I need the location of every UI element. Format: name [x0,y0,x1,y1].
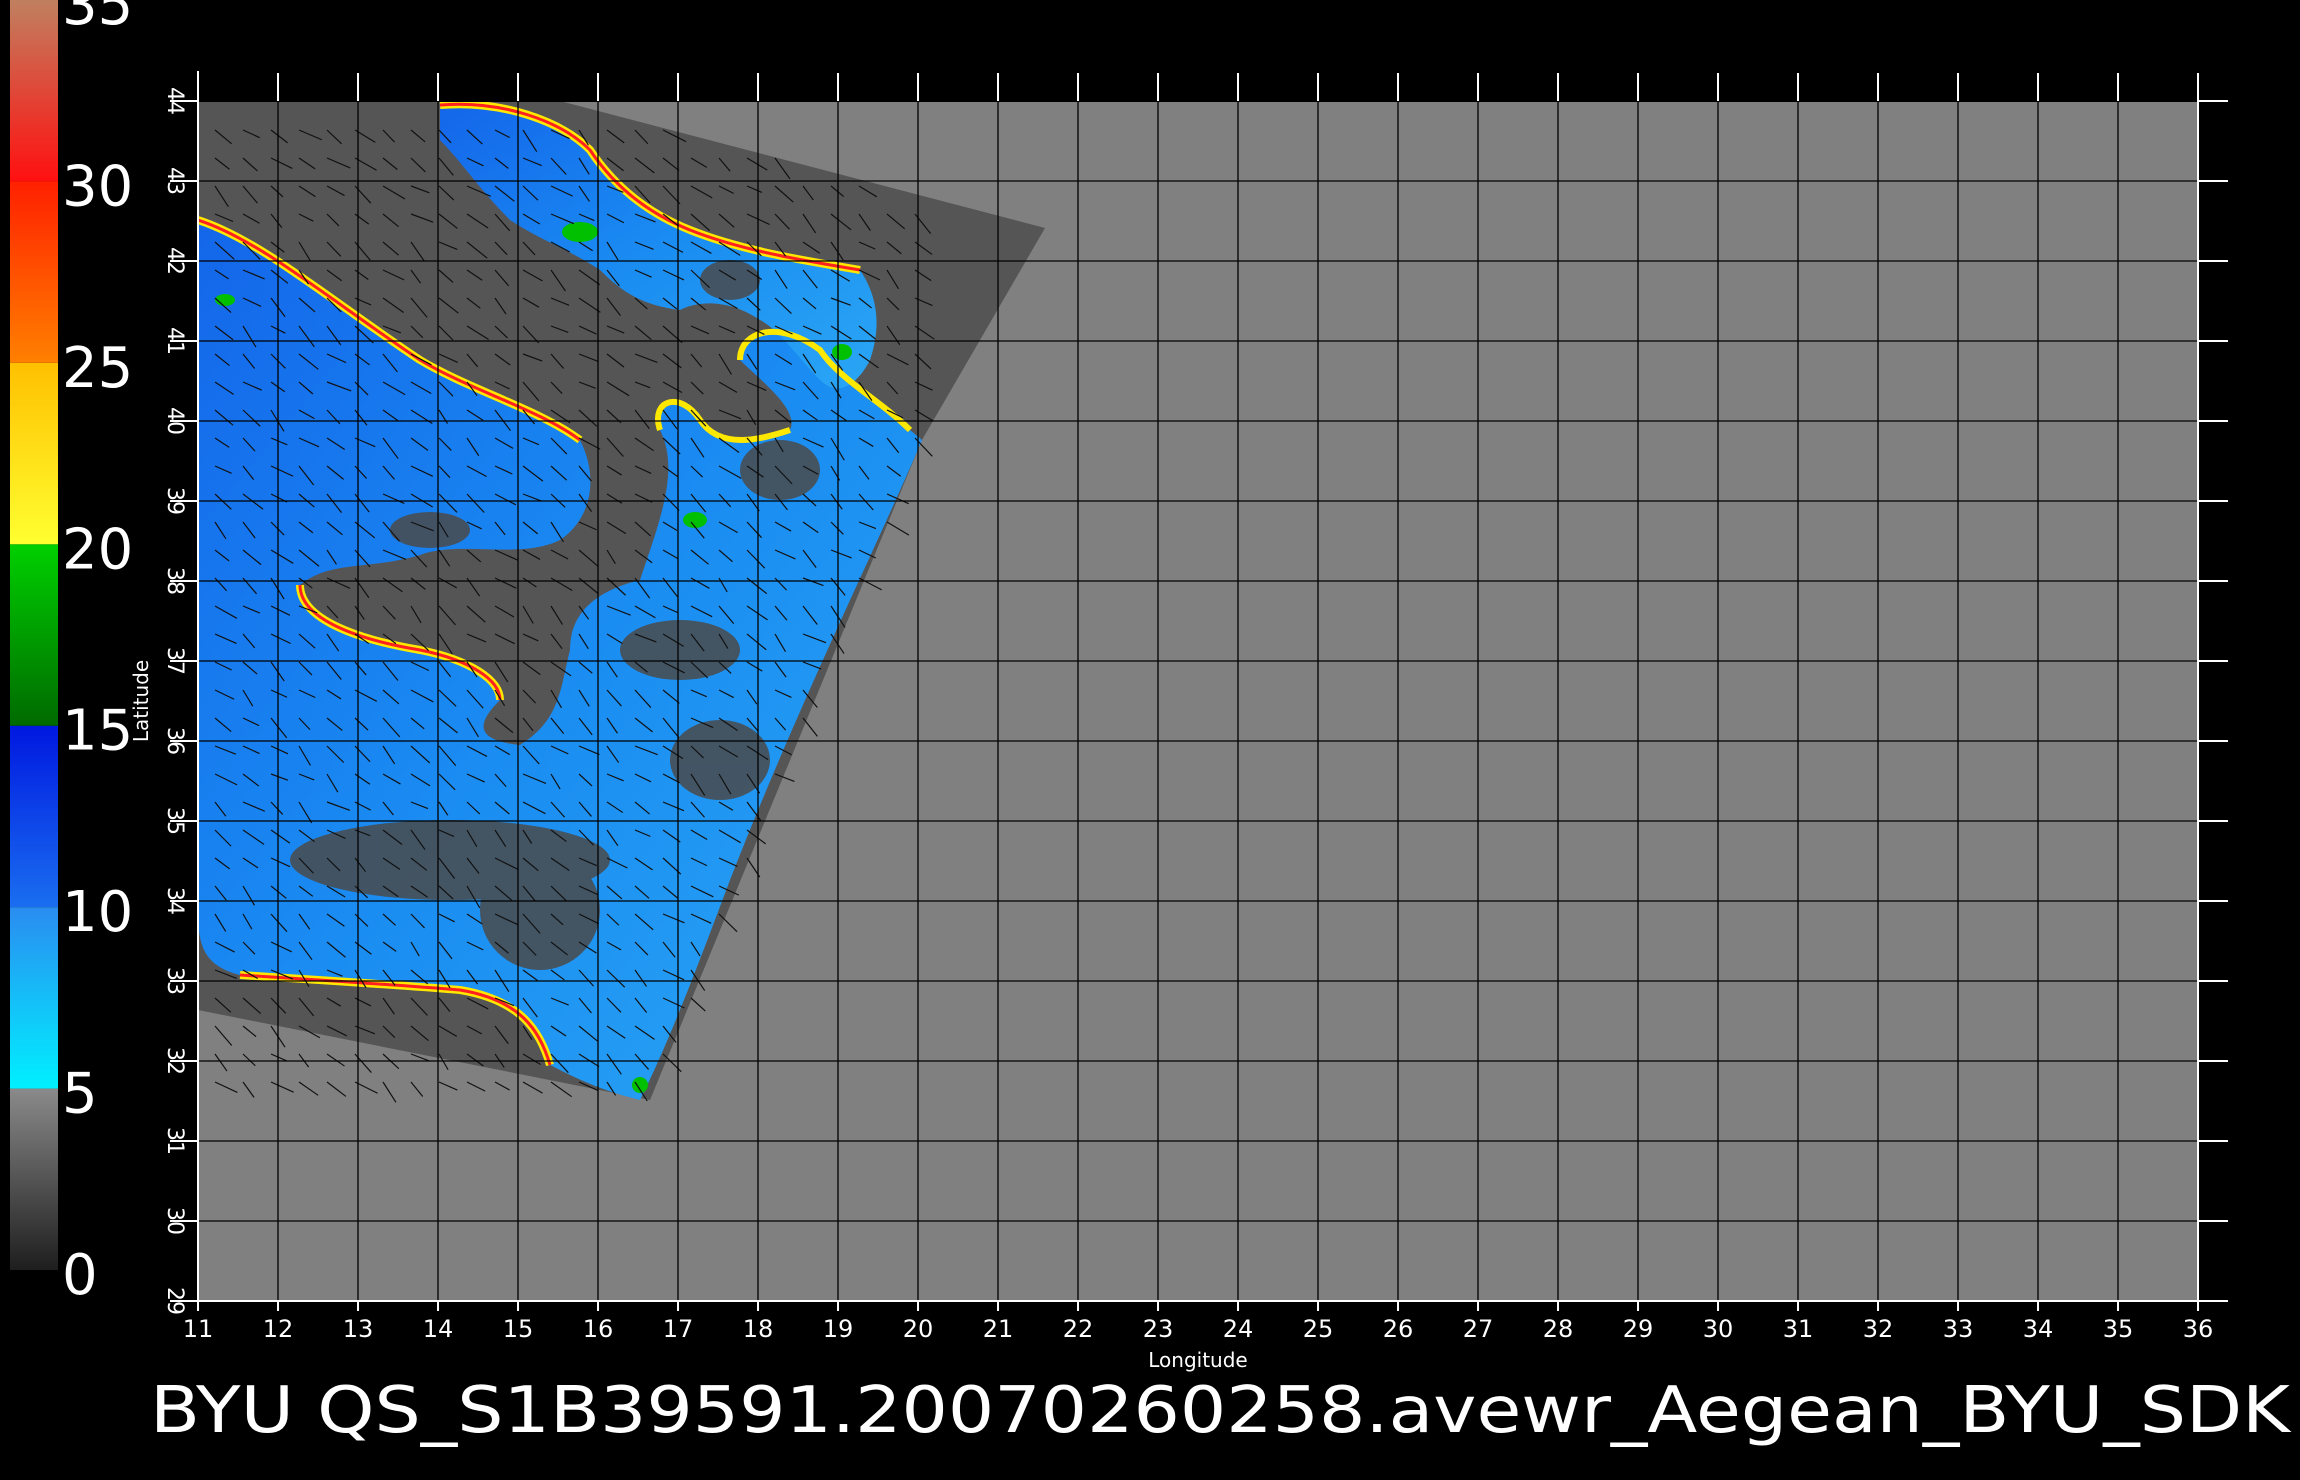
x-tick-label: 33 [1943,1315,1974,1343]
x-tick-label: 17 [663,1315,694,1343]
colorbar-label: 20 [62,517,133,582]
x-tick-label: 28 [1543,1315,1574,1343]
colorbar-labels: 0 5 10 15 20 25 30 35 [62,0,133,1308]
x-tick-label: 21 [983,1315,1014,1343]
colorbar-label: 25 [62,336,133,401]
x-tick-label: 32 [1863,1315,1894,1343]
colorbar-label: 0 [62,1243,98,1308]
y-tick-label: 42 [162,247,187,275]
x-tick-label: 35 [2103,1315,2134,1343]
figure-title: BYU QS_S1B39591.20070260258.avewr_Aegean… [150,1374,2292,1448]
colorbar-label: 30 [62,154,133,219]
x-tick-label: 34 [2023,1315,2054,1343]
colorbar-label: 15 [62,699,133,764]
plot-area [197,100,2199,1302]
colorbar-label: 10 [62,880,133,945]
y-tick-label: 38 [162,567,187,595]
x-tick-label: 22 [1063,1315,1094,1343]
x-tick-label: 15 [503,1315,534,1343]
colorbar-label: 5 [62,1062,98,1127]
x-tick-label: 24 [1223,1315,1254,1343]
x-tick-label: 29 [1623,1315,1654,1343]
y-tick-label: 44 [162,87,187,115]
y-tick-label: 35 [162,807,187,835]
x-tick-label: 36 [2183,1315,2214,1343]
colorbar-segment [10,1088,58,1270]
wind-speed-colorbar [10,0,58,1270]
colorbar-segment [10,362,58,545]
x-tick-label: 16 [583,1315,614,1343]
y-tick-label: 33 [162,967,187,995]
y-tick-label: 36 [162,727,187,755]
x-tick-label: 11 [183,1315,214,1343]
x-tick-label: 20 [903,1315,934,1343]
x-axis-label: Longitude [1148,1348,1247,1372]
x-tick-label: 27 [1463,1315,1494,1343]
x-tick-label: 26 [1383,1315,1414,1343]
y-tick-label: 30 [162,1207,187,1235]
y-tick-label: 39 [162,487,187,515]
y-tick-label: 32 [162,1047,187,1075]
colorbar-label: 35 [62,0,133,38]
y-axis-label: Latitude [129,660,153,742]
x-tick-label: 31 [1783,1315,1814,1343]
x-tick-label: 19 [823,1315,854,1343]
x-tick-label: 18 [743,1315,774,1343]
colorbar-segment [10,0,58,182]
wind-map-figure: 0 5 10 15 20 25 30 35 11 12 13 14 15 16 17 18 1… [10,0,2292,1448]
y-tick-label: 43 [162,167,187,195]
x-tick-label: 25 [1303,1315,1334,1343]
x-tick-label: 30 [1703,1315,1734,1343]
colorbar-segment [10,544,58,726]
y-tick-label: 31 [162,1127,187,1155]
colorbar-segment [10,725,58,908]
y-tick-label: 34 [162,887,187,915]
y-tick-label: 29 [162,1287,187,1315]
colorbar-segment [10,907,58,1089]
x-tick-label: 13 [343,1315,374,1343]
y-tick-label: 41 [162,327,187,355]
x-tick-label: 23 [1143,1315,1174,1343]
x-tick-label: 12 [263,1315,294,1343]
x-tick-label: 14 [423,1315,454,1343]
y-tick-label: 40 [162,407,187,435]
colorbar-segment [10,181,58,363]
y-tick-label: 37 [162,647,187,675]
